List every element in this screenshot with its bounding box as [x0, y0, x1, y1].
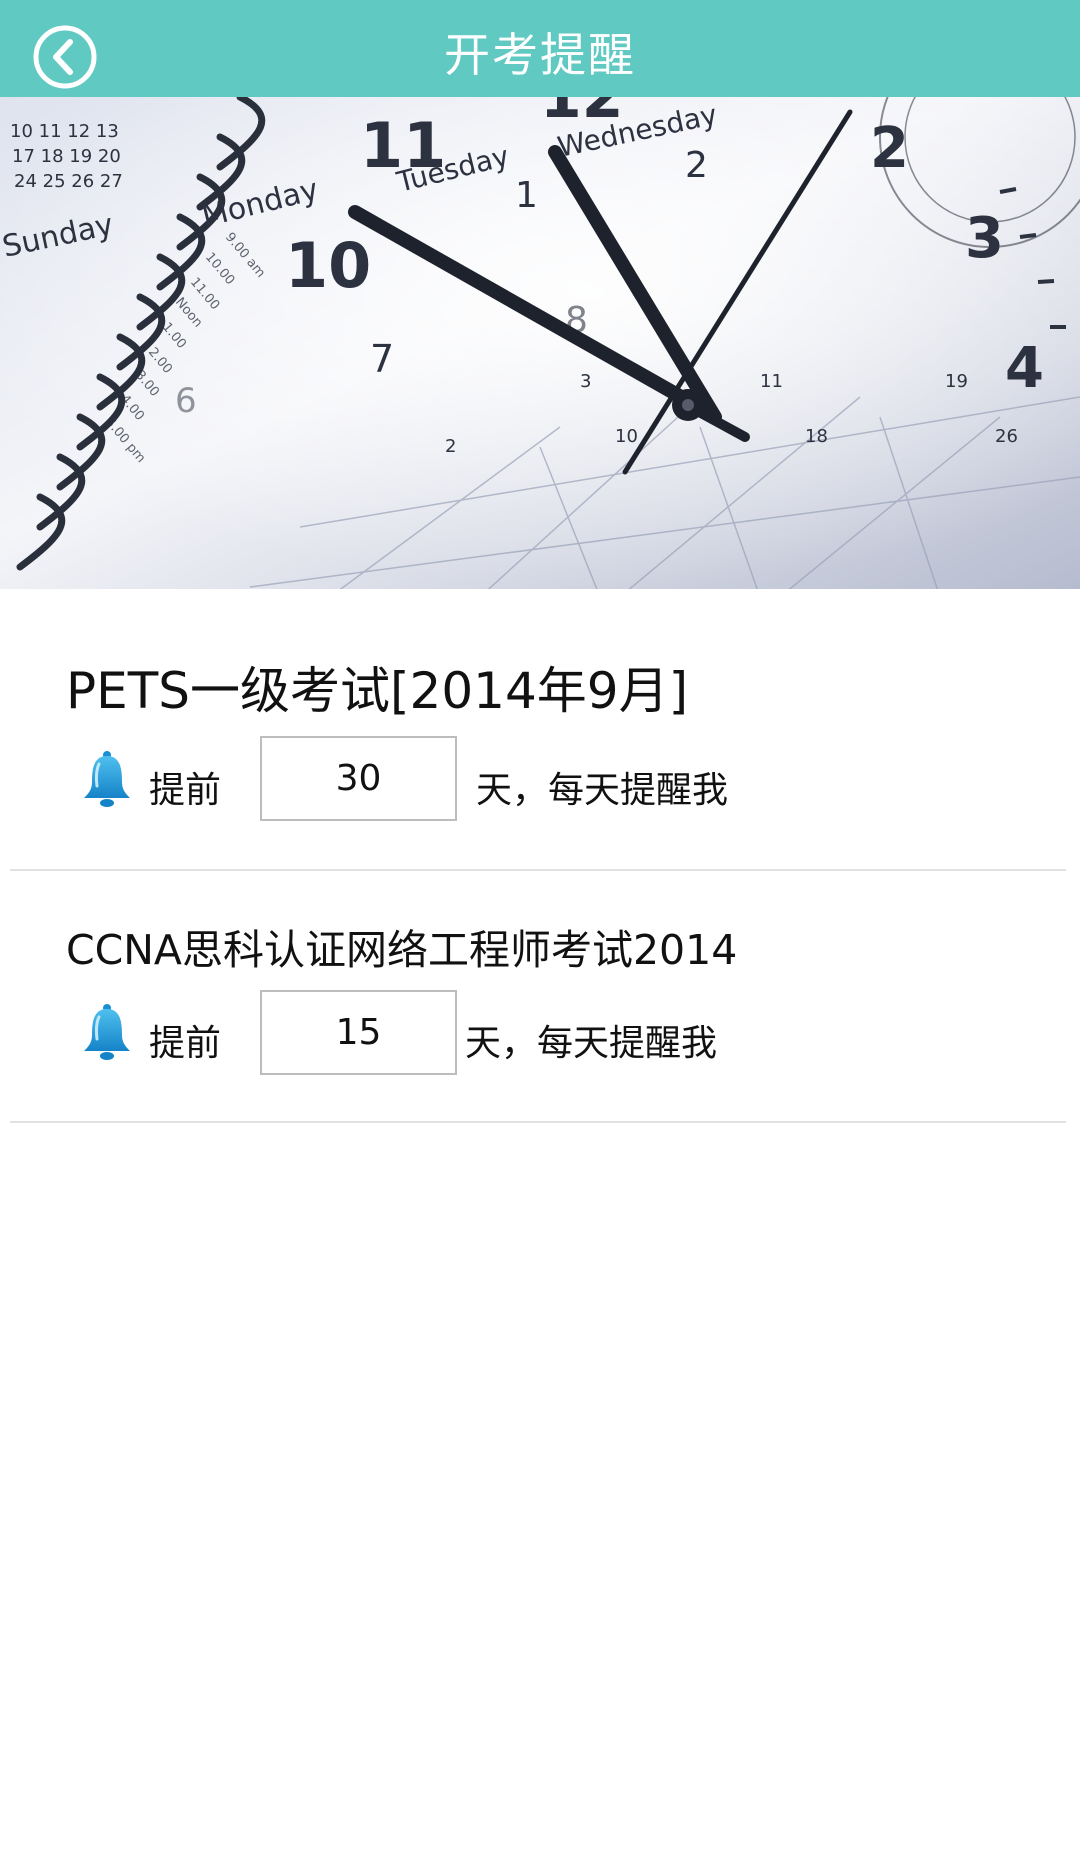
svg-text:26: 26 [995, 426, 1018, 447]
svg-text:10 11 12 13: 10 11 12 13 [10, 121, 119, 142]
svg-text:3: 3 [580, 371, 591, 392]
svg-text:17 18 19 20: 17 18 19 20 [12, 146, 121, 167]
svg-text:10: 10 [615, 426, 638, 447]
svg-text:2: 2 [870, 116, 909, 181]
app-header: 开考提醒 [0, 0, 1080, 97]
prefix-label: 提前 [149, 770, 222, 811]
prefix-label: 提前 [149, 1023, 222, 1064]
svg-text:2: 2 [685, 145, 708, 186]
days-input[interactable] [260, 990, 457, 1075]
divider [10, 1121, 1066, 1123]
bell-icon [84, 1004, 130, 1060]
suffix-label: 天，每天提醒我 [476, 770, 729, 811]
svg-text:24 25 26 27: 24 25 26 27 [14, 171, 123, 192]
bell-icon [84, 751, 130, 807]
svg-text:19: 19 [945, 371, 968, 392]
exam-name: CCNA思科认证网络工程师考试2014 [66, 926, 738, 974]
svg-text:7: 7 [370, 337, 394, 381]
days-input[interactable] [260, 736, 457, 821]
svg-text:1: 1 [515, 175, 538, 216]
reminder-item: CCNA思科认证网络工程师考试2014 提前 天，每天提醒我 [0, 871, 1080, 1121]
banner-image: Sunday Monday Tuesday Wednesday 10 11 12… [0, 97, 1080, 589]
svg-text:2: 2 [445, 436, 456, 457]
svg-text:6: 6 [175, 381, 197, 421]
reminder-item: PETS一级考试[2014年9月] 提前 天，每天提醒我 [0, 589, 1080, 869]
svg-text:18: 18 [805, 426, 828, 447]
svg-text:4: 4 [1005, 336, 1044, 401]
svg-text:11: 11 [360, 109, 446, 182]
svg-text:3: 3 [965, 206, 1004, 271]
page-title: 开考提醒 [444, 28, 636, 82]
exam-name: PETS一级考试[2014年9月] [66, 662, 689, 720]
svg-text:11: 11 [760, 371, 783, 392]
svg-text:10: 10 [285, 229, 371, 302]
svg-text:12: 12 [540, 97, 624, 132]
suffix-label: 天，每天提醒我 [465, 1023, 718, 1064]
